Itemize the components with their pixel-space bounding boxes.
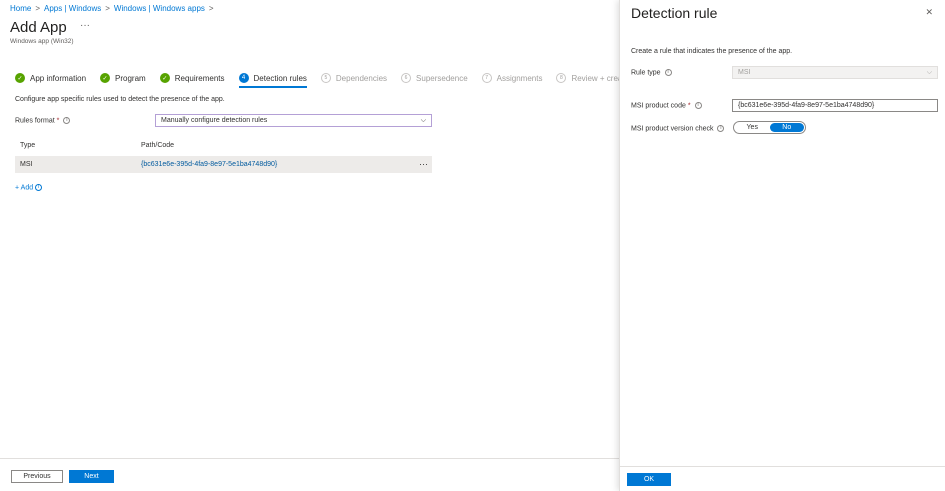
step-assignments[interactable]: 7 Assignments (481, 72, 543, 84)
row-type: MSI (20, 161, 33, 168)
step-number-icon: 4 (238, 73, 249, 83)
step-label: Supersedence (416, 73, 468, 83)
rule-type-label: Rule type i (631, 69, 672, 76)
row-path[interactable]: {bc631e6e-395d-4fa9-8e97-5e1ba4748d90} (141, 161, 277, 168)
panel-footer-divider (620, 466, 945, 467)
breadcrumb: Home > Apps | Windows > Windows | Windows ap… (10, 4, 214, 13)
add-label: + Add (15, 184, 34, 192)
version-check-label: MSI product version check i (631, 125, 725, 133)
next-button[interactable]: Next (69, 470, 114, 483)
toggle-yes[interactable]: Yes (735, 123, 770, 132)
info-icon[interactable]: i (35, 184, 43, 191)
step-number-icon: 7 (481, 73, 492, 83)
detection-rule-panel: Detection rule ✕ Create a rule that indi… (619, 0, 945, 491)
toggle-no[interactable]: No (769, 123, 804, 132)
step-requirements[interactable]: ✓ Requirements (159, 72, 225, 84)
step-label: Dependencies (335, 73, 388, 83)
rule-type-dropdown: MSI ⌵ (732, 66, 938, 79)
step-supersedence[interactable]: 6 Supersedence (401, 72, 468, 84)
step-dependencies[interactable]: 5 Dependencies (320, 72, 388, 84)
info-icon[interactable]: i (717, 125, 725, 132)
step-label: Detection rules (253, 73, 307, 83)
panel-description: Create a rule that indicates the presenc… (631, 48, 793, 55)
step-label: Requirements (174, 73, 225, 83)
step-label: Program (115, 73, 146, 83)
column-header-path: Path/Code (141, 142, 175, 149)
add-rule-button[interactable]: + Add i (15, 184, 43, 192)
close-icon[interactable]: ✕ (925, 7, 933, 18)
ok-button[interactable]: OK (627, 473, 671, 486)
rules-format-label: Rules format * i (15, 117, 71, 125)
breadcrumb-windows-apps[interactable]: Windows | Windows apps (114, 4, 205, 13)
previous-button[interactable]: Previous (11, 470, 63, 483)
step-number-icon: 6 (401, 73, 412, 83)
breadcrumb-home[interactable]: Home (10, 4, 31, 13)
more-options-button[interactable]: ··· (80, 20, 90, 31)
input-value: {bc631e6e-395d-4fa9-8e97-5e1ba4748d90} (738, 102, 875, 109)
info-icon[interactable]: i (63, 117, 71, 124)
row-menu-button[interactable]: ··· (419, 159, 428, 169)
breadcrumb-apps-windows[interactable]: Apps | Windows (44, 4, 101, 13)
step-app-information[interactable]: ✓ App information (15, 72, 86, 84)
check-icon: ✓ (100, 73, 111, 83)
product-code-input[interactable]: {bc631e6e-395d-4fa9-8e97-5e1ba4748d90} (732, 99, 938, 112)
required-marker: * (687, 102, 691, 110)
panel-title: Detection rule (631, 5, 718, 21)
page-title: Add App (10, 19, 67, 36)
label-text: Rules format (15, 117, 55, 125)
step-label: App information (30, 73, 87, 83)
step-program[interactable]: ✓ Program (100, 72, 146, 84)
required-marker: * (56, 117, 60, 125)
description: Configure app specific rules used to det… (15, 96, 225, 103)
step-number-icon: 5 (320, 73, 331, 83)
label-text: MSI product code (631, 102, 686, 110)
page-subtitle: Windows app (Win32) (10, 38, 74, 45)
step-number-icon: 8 (556, 73, 567, 83)
dropdown-value: Manually configure detection rules (161, 117, 268, 124)
step-label: Assignments (496, 73, 543, 83)
wizard-steps: ✓ App information ✓ Program ✓ Requirements … (15, 72, 643, 88)
table-row[interactable]: MSI {bc631e6e-395d-4fa9-8e97-5e1ba4748d9… (15, 156, 432, 173)
info-icon[interactable]: i (664, 69, 672, 76)
rules-format-dropdown[interactable]: Manually configure detection rules ⌵ (155, 114, 432, 127)
footer-divider (0, 458, 619, 459)
chevron-down-icon: ⌵ (420, 116, 426, 124)
dropdown-value: MSI (738, 69, 751, 76)
check-icon: ✓ (159, 73, 170, 83)
version-check-toggle[interactable]: Yes No (733, 121, 806, 134)
column-header-type: Type (20, 142, 36, 149)
label-text: Rule type (631, 69, 661, 77)
check-icon: ✓ (15, 73, 25, 83)
chevron-down-icon: ⌵ (926, 68, 932, 76)
label-text: MSI product version check (631, 125, 714, 133)
step-detection-rules[interactable]: 4 Detection rules (238, 72, 308, 88)
product-code-label: MSI product code * i (631, 102, 702, 109)
info-icon[interactable]: i (694, 102, 702, 109)
